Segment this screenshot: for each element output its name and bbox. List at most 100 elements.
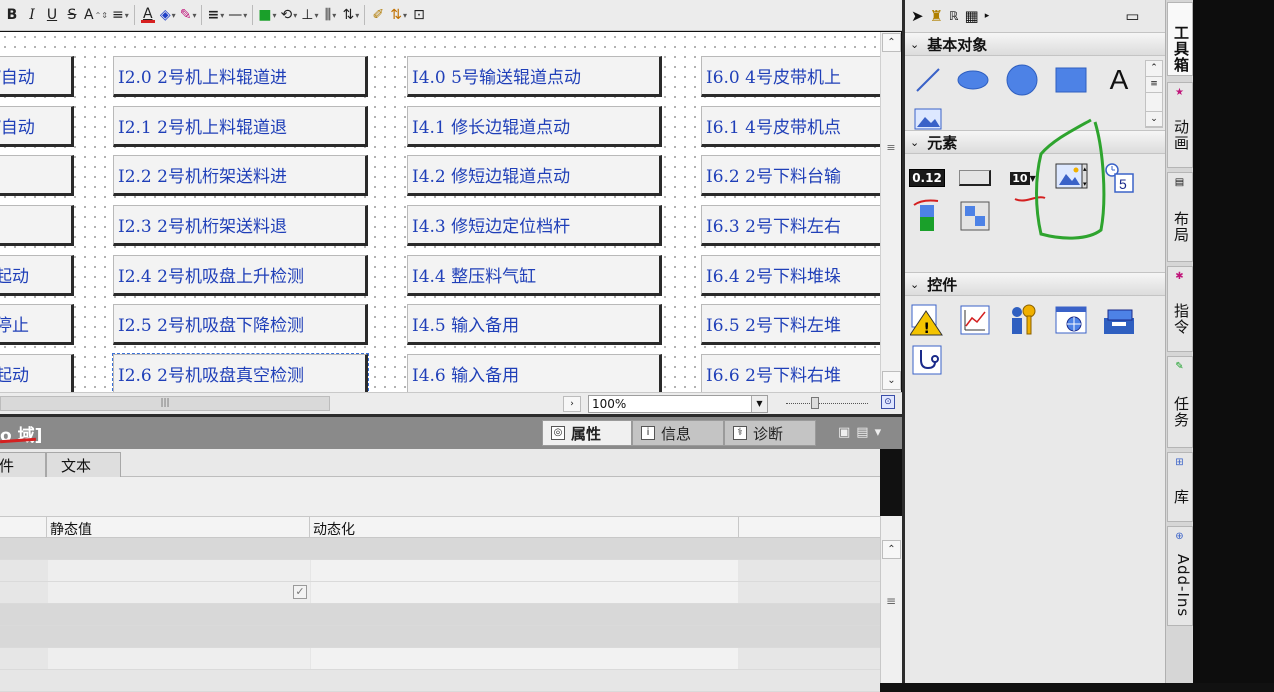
pointer-icon[interactable]: ➤ [911,7,924,25]
table-cell[interactable] [311,560,738,581]
background-color-button[interactable]: ■ ▾ [256,4,278,26]
io-button[interactable]: I4.0 5号输送辊道点动 [407,56,662,97]
zoom-selection-button[interactable]: ⊡ [409,4,429,26]
italic-button[interactable]: I [22,4,42,26]
object-order-button[interactable]: ⇅ ▾ [388,4,409,26]
io-button[interactable]: I6.6 2号下料右堆 [701,354,880,392]
io-button[interactable]: I2.4 2号机吸盘上升检测 [113,255,368,296]
zoom-slider-handle[interactable] [811,397,819,409]
io-button[interactable]: /自动 [0,56,74,97]
overview-icon[interactable]: ⊙ [881,395,895,409]
io-button[interactable]: I6.5 2号下料左堆 [701,304,880,345]
io-button[interactable]: I2.5 2号机吸盘下降检测 [113,304,368,345]
io-button[interactable]: I2.1 2号机上料辊道退 [113,106,368,147]
line-width-button[interactable]: ≡ ▾ [205,4,226,26]
tab-info[interactable]: i 信息 [632,420,724,446]
io-button[interactable]: I6.4 2号下料堆垛 [701,255,880,296]
column-header-dynamization[interactable]: 动态化 [310,519,355,539]
io-button[interactable] [0,155,74,196]
side-tab-tasks[interactable]: ✎ 任务 [1167,356,1193,448]
column-header-static-value[interactable]: 静态值 [47,519,92,539]
table-row[interactable] [0,648,880,670]
io-button[interactable]: I6.2 2号下料台输 [701,155,880,196]
io-button[interactable]: 起动 [0,354,74,392]
table-row[interactable] [0,670,880,692]
io-button[interactable] [0,205,74,246]
strikethrough-button[interactable]: S [62,4,82,26]
table-row[interactable] [0,560,880,582]
subtab-events[interactable]: 件 [0,452,46,477]
text-field-tool-icon[interactable]: A [1101,62,1137,98]
font-color-button[interactable]: A [138,4,158,26]
underline-button[interactable]: U [42,4,62,26]
section-controls[interactable]: ⌄ 控件 [905,272,1165,296]
table-cell[interactable] [48,582,310,603]
align-objects-button[interactable]: ⊥ ▾ [299,4,320,26]
line-style-button[interactable]: — ▾ [226,4,249,26]
circle-tool-icon[interactable] [1004,62,1040,98]
tab-diagnostics[interactable]: ⚕ 诊断 [724,420,816,446]
line-color-button[interactable]: ✎ ▾ [178,4,199,26]
table-cell[interactable] [311,582,738,603]
io-button[interactable]: 停止 [0,304,74,345]
recipe-view-tool-icon[interactable] [1101,302,1137,338]
io-button[interactable]: I4.1 修长边辊道点动 [407,106,662,147]
scroll-grip-icon[interactable]: ≡ [1146,77,1162,93]
io-button[interactable]: I2.0 2号机上料辊道进 [113,56,368,97]
checkbox[interactable]: ✓ [293,585,307,599]
scroll-up-button[interactable]: ⌃ [882,33,901,52]
window-icon[interactable]: ▭ [1125,7,1139,25]
io-button[interactable]: I4.4 整压料气缸 [407,255,662,296]
side-tab-animations[interactable]: ★ 动画 [1167,82,1193,168]
io-button[interactable]: 起动 [0,255,74,296]
io-button[interactable]: I2.2 2号机桁架送料进 [113,155,368,196]
subtab-texts[interactable]: 文本 [46,452,121,477]
table-row[interactable] [0,626,880,648]
fill-color-button[interactable]: ◈ ▾ [158,4,178,26]
chevron-down-icon[interactable]: ⌄ [1146,111,1162,127]
io-button[interactable]: I4.6 输入备用 [407,354,662,392]
chevron-up-icon[interactable]: ⌃ [1146,61,1162,77]
side-tab-add-ins[interactable]: ⊕ Add-Ins [1167,526,1193,626]
io-button[interactable]: I4.5 输入备用 [407,304,662,345]
io-button[interactable]: /自动 [0,106,74,147]
tab-properties[interactable]: ◎ 属性 [542,420,632,446]
table-row[interactable]: ✓ [0,582,880,604]
more-icon[interactable]: ▸ [985,11,990,21]
table-icon[interactable]: ▦ [965,7,979,25]
side-tab-toolbox[interactable]: 工具箱 [1167,2,1193,76]
basic-objects-scrollbar[interactable]: ⌃ ≡ ⌄ [1145,60,1163,128]
zoom-slider-track[interactable] [786,403,868,404]
html-browser-tool-icon[interactable] [1053,302,1089,338]
side-tab-instructions[interactable]: ✱ 指令 [1167,266,1193,352]
zoom-select[interactable]: 100% ▼ [588,395,768,413]
text-format-icon[interactable]: ℝ [949,9,959,23]
spacing-button[interactable]: ⇅ ▾ [340,4,361,26]
switch-tool-icon[interactable] [957,198,993,234]
bold-button[interactable]: B [2,4,22,26]
section-basic-objects[interactable]: ⌄ 基本对象 [905,32,1165,56]
io-field-tool-icon[interactable]: 0.12 [909,160,945,196]
io-button[interactable]: I4.3 修短边定位档杆 [407,205,662,246]
line-tool-icon[interactable] [910,62,946,98]
format-painter-button[interactable]: ✐ [368,4,388,26]
bar-tool-icon[interactable] [909,198,945,234]
screen-canvas[interactable]: /自动 /自动 起动 停止 起动 I2.0 2号机上料辊道进 I2.1 2号机上… [0,32,880,392]
scroll-grip-icon[interactable]: ≡ [884,141,898,157]
rotate-button[interactable]: ⟲ ▾ [279,4,300,26]
grid-vertical-scrollbar[interactable]: ⌃ ≡ [880,516,902,683]
scroll-down-button[interactable]: ⌄ [882,371,901,390]
diagnostics-viewer-tool-icon[interactable] [909,342,945,378]
canvas-vertical-scrollbar[interactable]: ⌃ ≡ ⌄ [880,32,901,392]
side-tab-layout[interactable]: ▤ 布局 [1167,172,1193,262]
user-view-tool-icon[interactable] [1005,302,1041,338]
text-align-button[interactable]: ≡ ▾ [110,4,131,26]
scroll-grip-icon[interactable]: ≡ [886,594,896,608]
button-tool-icon[interactable] [957,160,993,196]
font-size-button[interactable]: A ⌃⇕ [82,4,110,26]
io-button[interactable]: I6.3 2号下料左右 [701,205,880,246]
io-button[interactable]: I6.0 4号皮带机上 [701,56,880,97]
table-cell[interactable] [311,648,738,669]
io-button[interactable]: I2.3 2号机桁架送料退 [113,205,368,246]
distribute-button[interactable]: ⫼ ▾ [320,4,340,26]
